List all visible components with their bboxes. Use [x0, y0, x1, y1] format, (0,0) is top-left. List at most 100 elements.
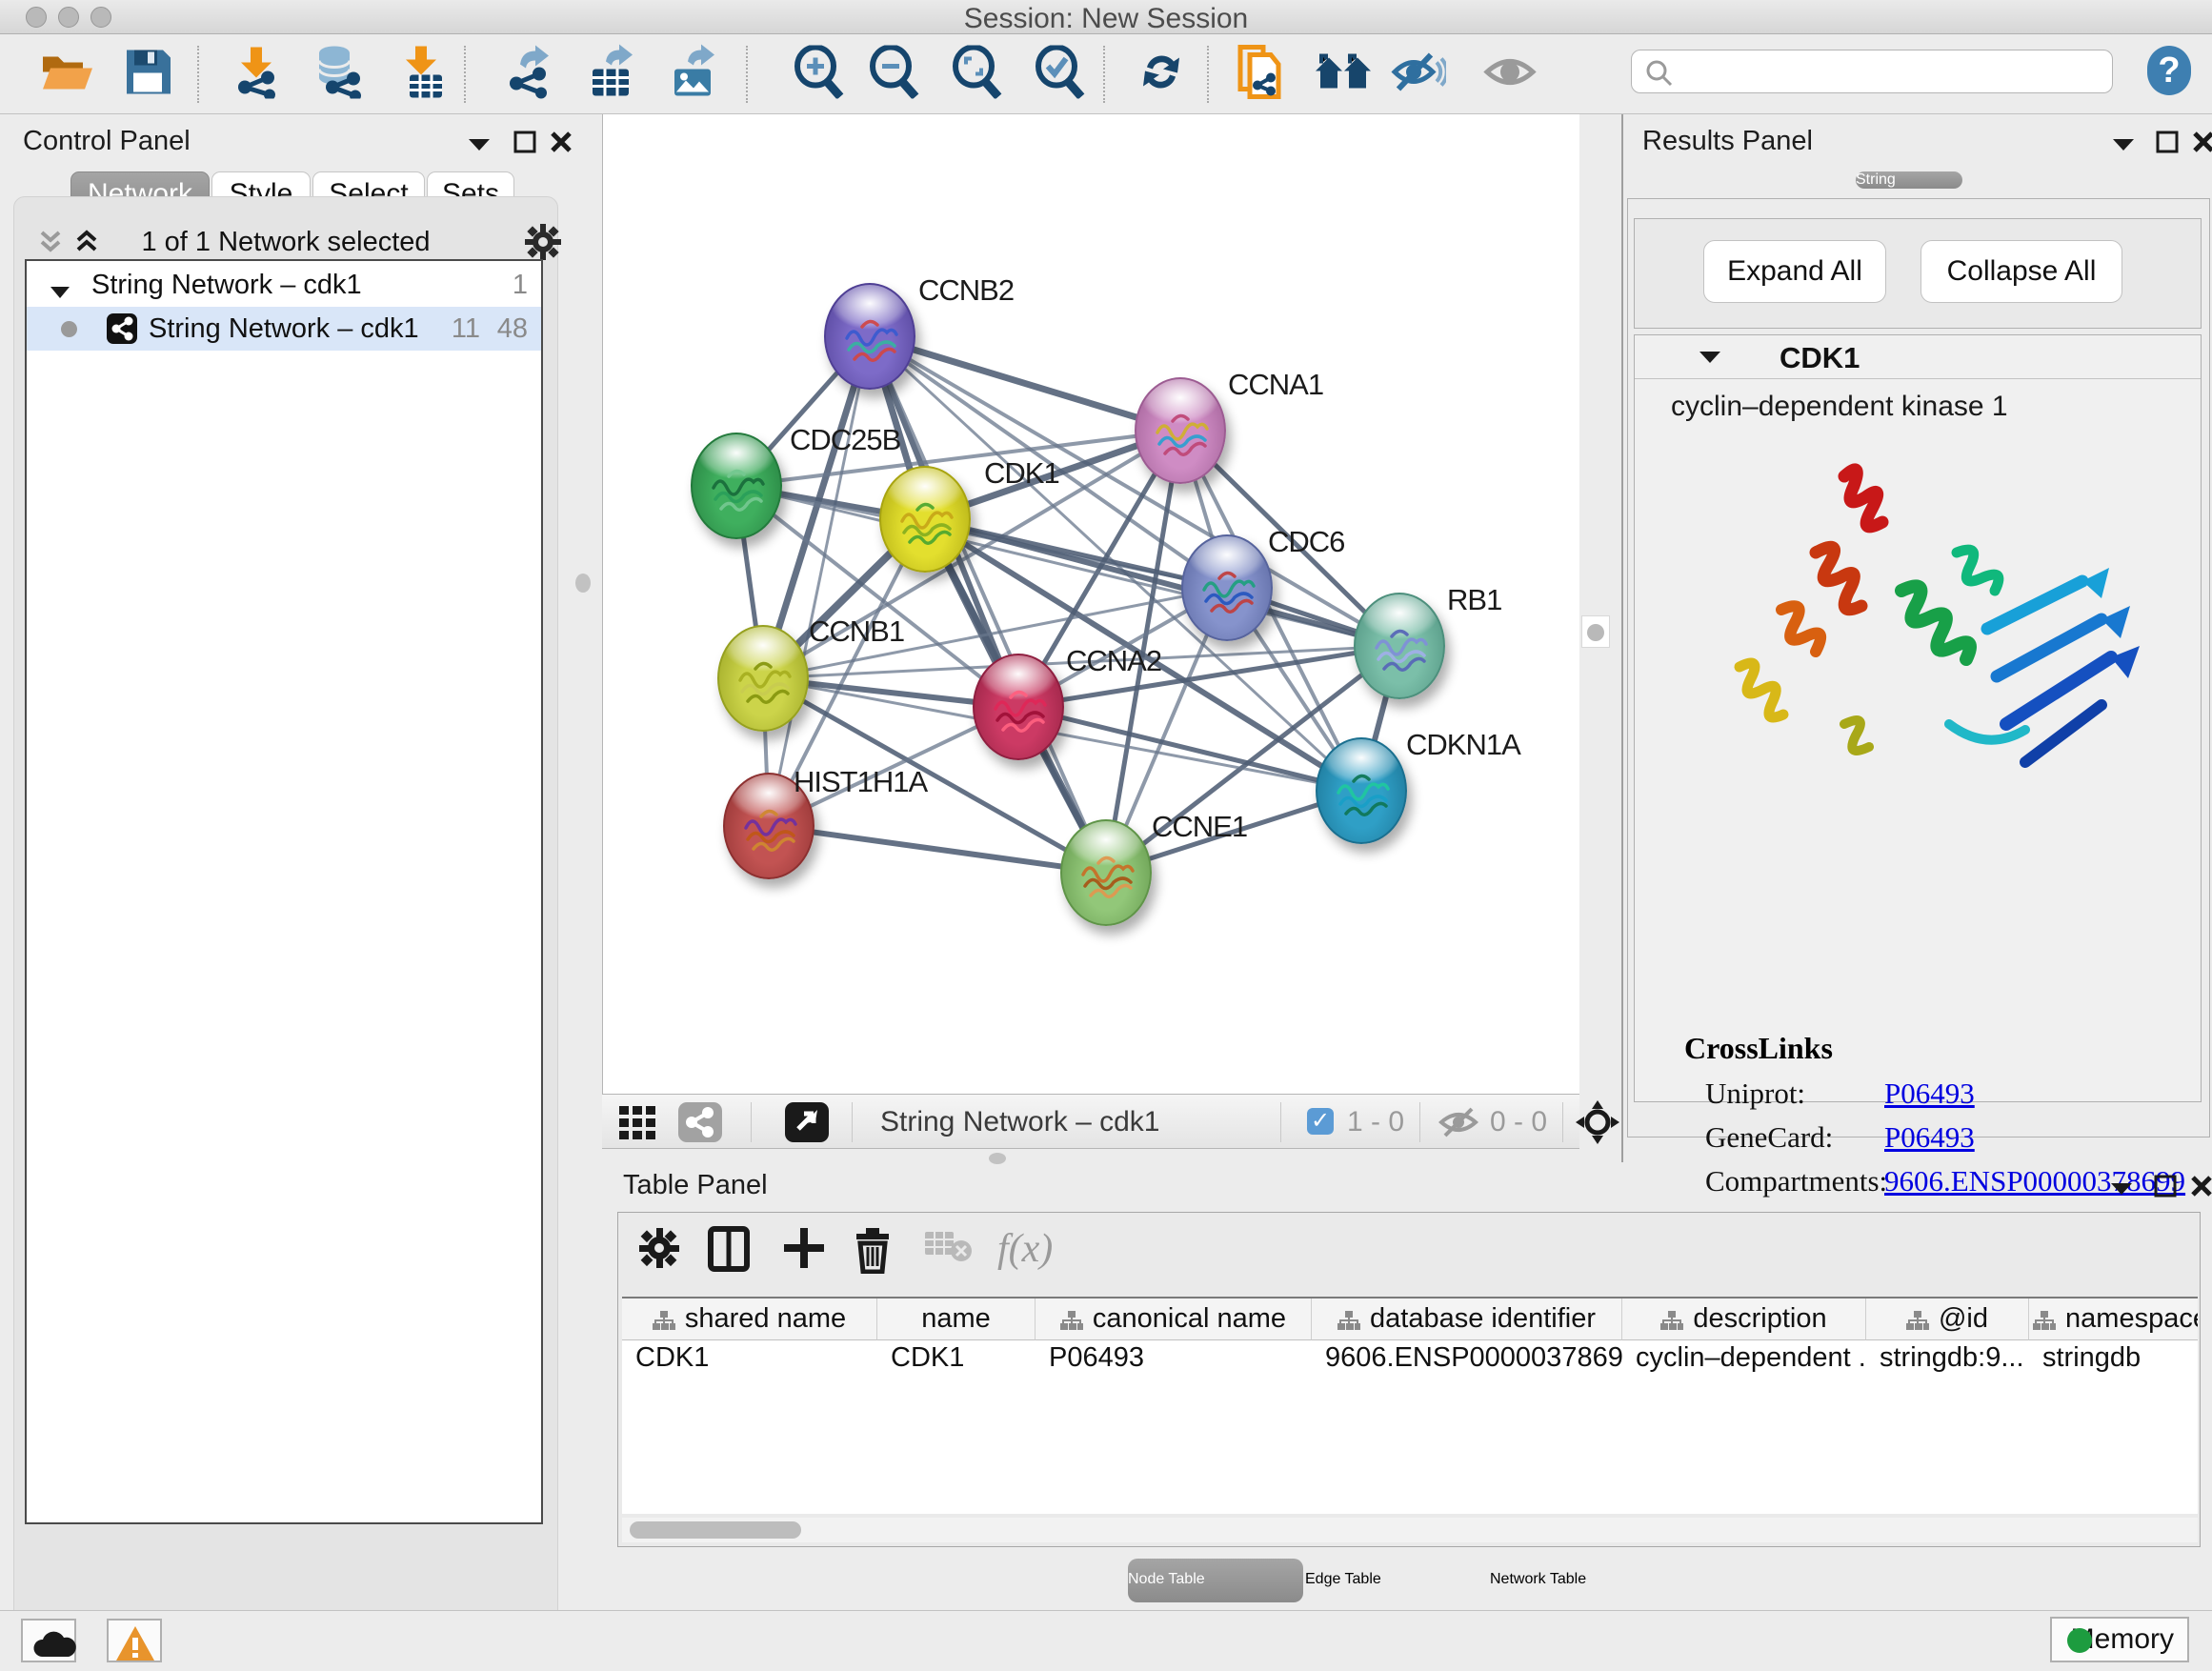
clone-network-icon[interactable]	[1235, 43, 1286, 105]
close-panel-icon[interactable]	[2191, 130, 2212, 159]
column-header-canonical-name[interactable]: canonical name	[1036, 1299, 1312, 1340]
edge-HIST1H1A-CCNE1[interactable]	[769, 826, 1106, 873]
selected-checkbox[interactable]: ✓	[1307, 1108, 1334, 1135]
collapse-entry-icon[interactable]	[1698, 349, 1722, 371]
float-panel-icon[interactable]	[513, 130, 537, 159]
node-CDC25B[interactable]	[691, 433, 782, 539]
hidden-eye-icon[interactable]	[1438, 1106, 1480, 1143]
table-cell[interactable]: CDK1	[622, 1342, 877, 1380]
panel-menu-icon[interactable]	[467, 135, 492, 157]
import-network-file-icon[interactable]	[231, 45, 283, 103]
crosshair-icon[interactable]	[1576, 1100, 1619, 1149]
edge-CCNA2-CDKN1A[interactable]	[1018, 707, 1361, 791]
tab-string[interactable]: String	[1856, 171, 1962, 189]
export-network-icon[interactable]	[503, 45, 554, 103]
table-cell[interactable]: cyclin–dependent ...	[1622, 1342, 1866, 1380]
network-share-icon[interactable]	[678, 1102, 722, 1142]
cloud-button[interactable]	[21, 1619, 76, 1662]
tab-edge-table[interactable]: Edge Table	[1305, 1559, 1488, 1602]
node-CCNE1[interactable]	[1060, 819, 1152, 926]
close-panel-icon[interactable]	[2189, 1174, 2212, 1203]
export-image-icon[interactable]	[667, 44, 718, 104]
column-header--id[interactable]: @id	[1866, 1299, 2029, 1340]
collection-count: 1	[513, 270, 528, 301]
delete-column-trash-icon[interactable]	[853, 1226, 893, 1278]
crosslink-link[interactable]: P06493	[1884, 1077, 1975, 1111]
node-result-entry: CDK1 cyclin–dependent kinase 1	[1634, 334, 2202, 1102]
node-CDK1[interactable]	[879, 466, 971, 573]
crosslink-link[interactable]: P06493	[1884, 1120, 1975, 1155]
column-header-shared-name[interactable]: shared name	[622, 1299, 877, 1340]
function-builder-icon[interactable]: f(x)	[997, 1226, 1053, 1272]
float-panel-icon[interactable]	[2153, 1174, 2178, 1203]
zoom-selected-icon[interactable]	[1034, 45, 1085, 103]
crosslink-label: Uniprot:	[1705, 1077, 1805, 1110]
open-file-icon[interactable]	[39, 47, 94, 101]
save-session-icon[interactable]	[125, 48, 171, 100]
table-panel-title: Table Panel	[623, 1170, 768, 1201]
warning-button[interactable]	[107, 1619, 162, 1662]
node-CCNB2[interactable]	[824, 283, 915, 390]
string-home-icon[interactable]	[1314, 50, 1373, 98]
column-header-description[interactable]: description	[1622, 1299, 1866, 1340]
string-network-icon	[107, 313, 137, 344]
table-panel: Table Panel f(x)	[602, 1166, 2212, 1608]
search-input[interactable]	[1631, 50, 2113, 93]
network-row-selected[interactable]: String Network – cdk1 11 48	[27, 307, 541, 351]
edge-CCNB2-CCNA1[interactable]	[870, 336, 1180, 431]
network-collection-row[interactable]: String Network – cdk1 1	[27, 263, 541, 307]
table-cell[interactable]: stringdb	[2029, 1342, 2198, 1380]
zoom-out-icon[interactable]	[868, 45, 919, 103]
show-columns-icon[interactable]	[708, 1226, 750, 1277]
node-table[interactable]: shared namenamecanonical namedatabase id…	[622, 1297, 2198, 1514]
cloud-icon	[29, 1624, 80, 1664]
node-CDC6[interactable]	[1181, 534, 1273, 641]
show-eye-icon[interactable]	[1483, 50, 1538, 97]
zoom-in-icon[interactable]	[793, 45, 844, 103]
panel-menu-icon[interactable]	[2111, 135, 2136, 157]
right-splitter-handle[interactable]	[1581, 615, 1610, 648]
network-edges	[603, 114, 1579, 1094]
grid-view-icon[interactable]	[619, 1104, 657, 1145]
tree-expand-icon[interactable]	[50, 276, 70, 308]
import-network-database-icon[interactable]	[312, 45, 365, 103]
edge-CCNB2-HIST1H1A[interactable]	[769, 336, 870, 826]
column-header-namespace[interactable]: namespace	[2029, 1299, 2198, 1340]
node-result-header[interactable]: CDK1	[1635, 335, 2201, 379]
export-table-icon[interactable]	[585, 44, 636, 104]
table-settings-gear-icon[interactable]	[637, 1226, 681, 1275]
network-canvas[interactable]: CCNB2 CCNA1 CDC25B CDK1 CDC6 R	[602, 114, 1579, 1094]
import-table-file-icon[interactable]	[398, 44, 446, 104]
node-CDKN1A[interactable]	[1316, 737, 1407, 844]
help-button[interactable]: ?	[2147, 46, 2191, 95]
node-CCNA2[interactable]	[973, 654, 1064, 760]
birds-eye-view-icon[interactable]	[785, 1102, 829, 1142]
delete-table-icon[interactable]	[923, 1226, 973, 1269]
refresh-layout-icon[interactable]	[1136, 46, 1187, 102]
table-cell[interactable]: P06493	[1036, 1342, 1312, 1380]
horizontal-splitter-handle[interactable]	[989, 1153, 1006, 1164]
table-horizontal-scrollbar[interactable]	[622, 1518, 2198, 1542]
table-cell[interactable]: CDK1	[877, 1342, 1036, 1380]
table-cell[interactable]: stringdb:9...	[1866, 1342, 2029, 1380]
scrollbar-thumb[interactable]	[630, 1521, 801, 1539]
collapse-all-button[interactable]: Collapse All	[1920, 240, 2122, 303]
tab-network-table[interactable]: Network Table	[1490, 1559, 1686, 1602]
zoom-fit-icon[interactable]	[951, 45, 1002, 103]
panel-menu-icon[interactable]	[2109, 1179, 2134, 1201]
add-column-icon[interactable]	[782, 1226, 826, 1275]
tab-node-table[interactable]: Node Table	[1128, 1559, 1303, 1602]
close-panel-icon[interactable]	[549, 130, 573, 159]
node-CCNA1[interactable]	[1135, 377, 1226, 484]
column-header-database-identifier[interactable]: database identifier	[1312, 1299, 1622, 1340]
memory-button[interactable]: Memory	[2050, 1617, 2189, 1662]
hide-eye-icon[interactable]	[1391, 49, 1446, 99]
expand-all-button[interactable]: Expand All	[1703, 240, 1886, 303]
network-label: String Network – cdk1	[149, 313, 419, 345]
node-RB1[interactable]	[1354, 593, 1445, 699]
float-panel-icon[interactable]	[2155, 130, 2180, 159]
column-header-name[interactable]: name	[877, 1299, 1036, 1340]
node-CCNB1[interactable]	[717, 625, 809, 732]
table-cell[interactable]: 9606.ENSP00000378699	[1312, 1342, 1622, 1380]
left-splitter-handle[interactable]	[575, 574, 591, 593]
